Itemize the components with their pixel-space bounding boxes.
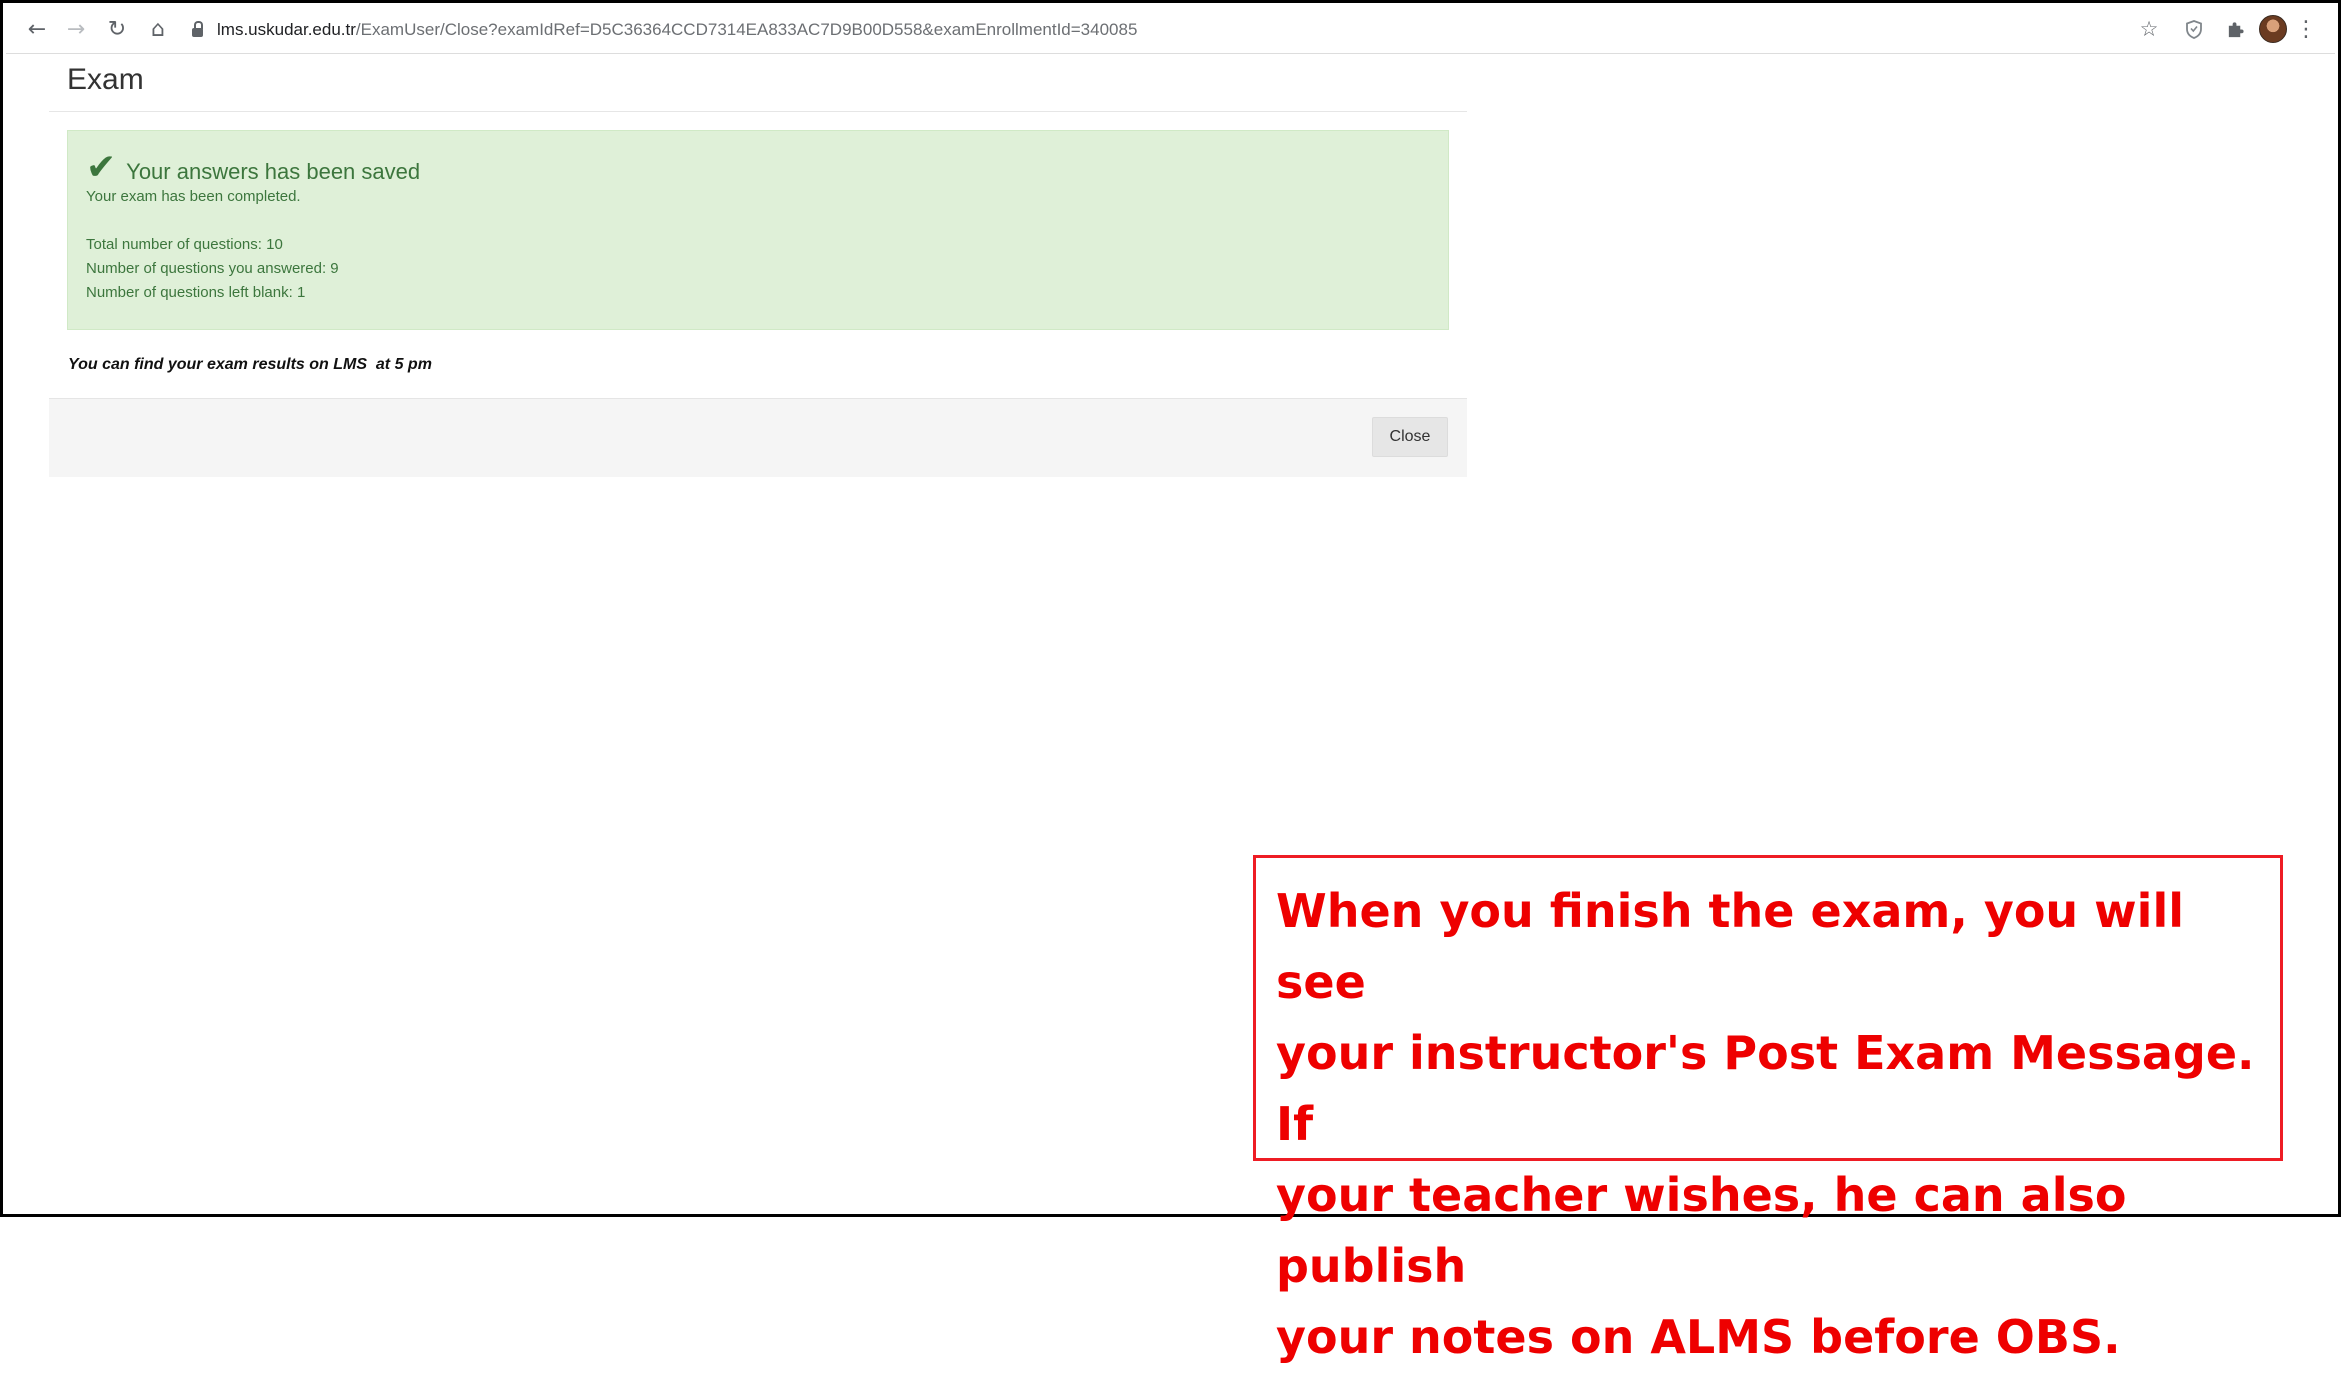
address-bar[interactable]: lms.uskudar.edu.tr/ExamUser/Close?examId…: [192, 15, 1137, 45]
url-host: lms.uskudar.edu.tr: [217, 20, 356, 39]
url-path: /ExamUser/Close?examIdRef=D5C36364CCD731…: [355, 20, 1138, 39]
shield-extension-icon[interactable]: [2179, 14, 2209, 44]
lock-icon: [192, 20, 203, 37]
post-exam-message: You can find your exam results on LMS at…: [68, 356, 432, 373]
callout-line: your notes on ALMS before OBS.: [1276, 1310, 2121, 1364]
blank-questions-text: Number of questions left blank: 1: [86, 284, 306, 301]
browser-toolbar: ← → ↻ ⌂ lms.uskudar.edu.tr/ExamUser/Clos…: [6, 6, 2335, 54]
back-arrow-icon[interactable]: ←: [22, 14, 52, 44]
page-title: Exam: [67, 63, 144, 96]
callout-line: your instructor's Post Exam Message. If: [1276, 1026, 2255, 1151]
profile-avatar[interactable]: [2258, 14, 2288, 44]
exam-completed-text: Your exam has been completed.: [86, 188, 301, 205]
success-alert: ✔ Your answers has been saved Your exam …: [67, 130, 1449, 330]
screenshot-frame: ← → ↻ ⌂ lms.uskudar.edu.tr/ExamUser/Clos…: [0, 0, 2341, 1364]
modal-footer: Close: [49, 398, 1467, 477]
total-questions-text: Total number of questions: 10: [86, 236, 283, 253]
answered-questions-text: Number of questions you answered: 9: [86, 260, 339, 277]
alert-title: Your answers has been saved: [126, 159, 421, 184]
home-icon[interactable]: ⌂: [143, 14, 173, 44]
forward-arrow-icon[interactable]: →: [61, 14, 91, 44]
checkmark-icon: ✔: [86, 147, 117, 188]
callout-line: your teacher wishes, he can also publish: [1276, 1168, 2127, 1293]
alert-header: ✔ Your answers has been saved: [86, 147, 1430, 188]
close-button[interactable]: Close: [1372, 417, 1448, 457]
callout-line: When you finish the exam, you will see: [1276, 884, 2184, 1009]
puzzle-extensions-icon[interactable]: [2220, 14, 2250, 44]
reload-icon[interactable]: ↻: [102, 14, 132, 44]
title-divider: [49, 111, 1467, 112]
annotation-callout: When you finish the exam, you will see y…: [1253, 855, 2283, 1364]
star-icon[interactable]: ☆: [2134, 14, 2164, 44]
kebab-menu-icon[interactable]: ⋮: [2295, 14, 2317, 44]
